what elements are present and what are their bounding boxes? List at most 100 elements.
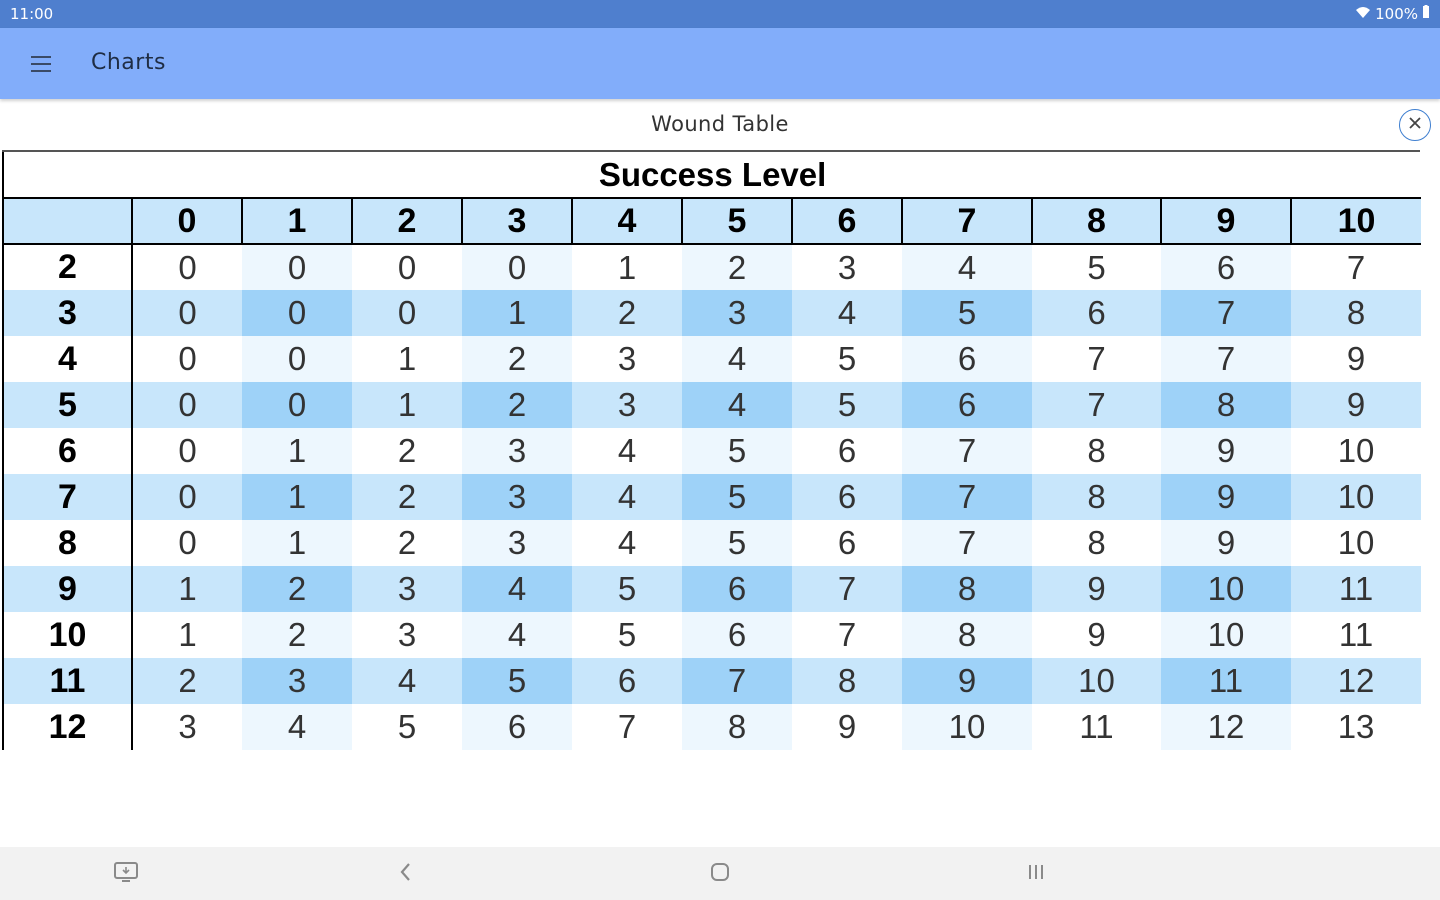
corner-cell <box>2 198 132 245</box>
table-cell: 1 <box>572 244 682 290</box>
table-row: 6 0 1 2 3 4 5 6 7 8 9 10 <box>2 428 1422 474</box>
table-cell: 8 <box>1032 428 1161 474</box>
table-cell: 5 <box>682 428 792 474</box>
table-row: 9 1 2 3 4 5 6 7 8 9 10 11 <box>2 566 1422 612</box>
table-row: 7 0 1 2 3 4 5 6 7 8 9 10 <box>2 474 1422 520</box>
table-cell: 3 <box>572 382 682 428</box>
table-cell: 10 <box>1291 520 1422 566</box>
app-title: Charts <box>91 50 166 75</box>
status-right: 100% <box>1355 5 1430 23</box>
screenshot-icon <box>113 861 139 887</box>
table-cell: 12 <box>1161 704 1291 750</box>
app-bar: Charts <box>0 28 1440 99</box>
table-cell: 2 <box>462 382 572 428</box>
table-cell: 2 <box>462 336 572 382</box>
table-cell: 4 <box>682 382 792 428</box>
table-cell: 9 <box>1032 612 1161 658</box>
table-cell: 1 <box>242 428 352 474</box>
table-cell: 3 <box>682 290 792 336</box>
table-cell: 10 <box>1161 566 1291 612</box>
column-header: 10 <box>1289 198 1422 245</box>
table-row: 11 2 3 4 5 6 7 8 9 10 11 12 <box>2 658 1422 704</box>
table-cell: 7 <box>1161 290 1291 336</box>
screenshot-button[interactable] <box>112 860 140 888</box>
table-cell: 7 <box>1032 336 1161 382</box>
table-cell: 0 <box>352 290 462 336</box>
table-cell: 8 <box>902 566 1032 612</box>
table-cell: 0 <box>352 244 462 290</box>
column-header: 0 <box>131 198 242 245</box>
table-row: 300012345678 <box>2 290 1422 336</box>
table-cell: 0 <box>242 244 352 290</box>
table-cell: 0 <box>132 520 242 566</box>
column-header: 3 <box>461 198 572 245</box>
table-cell: 7 <box>1291 244 1422 290</box>
table-cell: 9 <box>1161 520 1291 566</box>
column-header: 4 <box>571 198 682 245</box>
table-cell: 3 <box>792 244 902 290</box>
table-cell: 3 <box>242 658 352 704</box>
table-cell: 6 <box>1032 290 1161 336</box>
table-row: 8 0 1 2 3 4 5 6 7 8 9 10 <box>2 520 1422 566</box>
menu-icon[interactable] <box>22 46 60 82</box>
table-cell: 9 <box>1161 474 1291 520</box>
battery-level: 100% <box>1375 5 1418 23</box>
home-icon <box>709 861 731 887</box>
column-header: 8 <box>1031 198 1161 245</box>
table-cell: 12 <box>1291 658 1422 704</box>
table-cell: 0 <box>132 474 242 520</box>
table-cell: 0 <box>132 336 242 382</box>
close-icon <box>1407 115 1423 135</box>
table-cell: 8 <box>792 658 902 704</box>
battery-icon <box>1422 5 1430 23</box>
table-cell: 4 <box>462 612 572 658</box>
column-header: 2 <box>351 198 462 245</box>
table-cell: 7 <box>902 520 1032 566</box>
table-cell: 8 <box>1032 474 1161 520</box>
recents-button[interactable] <box>1022 860 1050 888</box>
table-cell: 6 <box>682 612 792 658</box>
table-cell: 2 <box>242 566 352 612</box>
table-row: 400123456779 <box>2 336 1422 382</box>
table-cell: 7 <box>572 704 682 750</box>
table-cell: 1 <box>132 612 242 658</box>
table-cell: 10 <box>902 704 1032 750</box>
close-button[interactable] <box>1399 109 1431 141</box>
table-cell: 7 <box>1161 336 1291 382</box>
table-row: 500123456789 <box>2 382 1422 428</box>
table-cell: 6 <box>1161 244 1291 290</box>
table-cell: 10 <box>1161 612 1291 658</box>
navigation-bar <box>0 847 1440 900</box>
table-cell: 2 <box>682 244 792 290</box>
table-cell: 7 <box>1032 382 1161 428</box>
table-cell: 3 <box>352 566 462 612</box>
home-button[interactable] <box>706 860 734 888</box>
table-cell: 5 <box>352 704 462 750</box>
table-cell: 4 <box>462 566 572 612</box>
table-cell: 5 <box>1032 244 1161 290</box>
table-cell: 0 <box>242 382 352 428</box>
table-cell: 0 <box>132 244 242 290</box>
table-cell: 2 <box>352 428 462 474</box>
table-cell: 7 <box>792 612 902 658</box>
recents-icon <box>1025 861 1047 887</box>
table-cell: 9 <box>1161 428 1291 474</box>
table-cell: 2 <box>572 290 682 336</box>
table-cell: 8 <box>902 612 1032 658</box>
table-cell: 6 <box>792 520 902 566</box>
back-button[interactable] <box>391 860 419 888</box>
table-cell: 6 <box>902 382 1032 428</box>
table-cell: 6 <box>902 336 1032 382</box>
table-cell: 4 <box>572 428 682 474</box>
wound-table: Success Level 0 1 2 3 4 5 6 7 8 9 10 2 0 0 0 0 1 2 3 4 5 6 7 3 0 0… <box>1 152 1422 750</box>
table-cell: 1 <box>462 290 572 336</box>
table-cell: 1 <box>242 520 352 566</box>
table-row: 200001234567 <box>2 244 1422 290</box>
row-header: 6 <box>2 428 133 474</box>
table-cell: 1 <box>352 336 462 382</box>
table-cell: 5 <box>682 520 792 566</box>
table-cell: 1 <box>352 382 462 428</box>
table-cell: 3 <box>132 704 242 750</box>
table-cell: 2 <box>132 658 242 704</box>
table-cell: 7 <box>792 566 902 612</box>
